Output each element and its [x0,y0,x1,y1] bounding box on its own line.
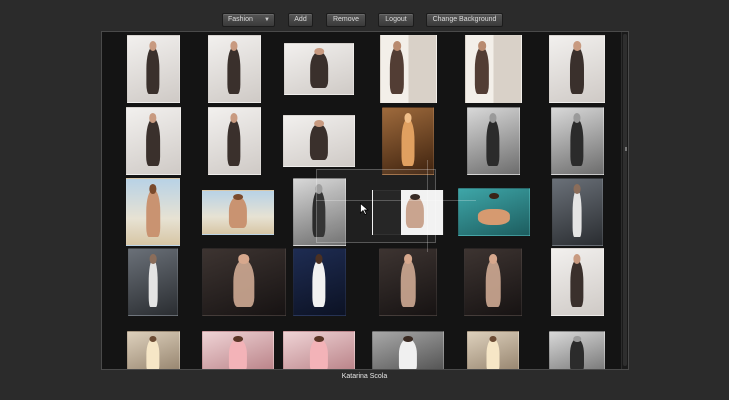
photo-subject [146,339,160,369]
photo-thumbnail[interactable] [379,35,437,103]
photo-subject [570,118,584,167]
scrollbar-thumb[interactable] [623,34,627,366]
change-background-button[interactable]: Change Background [426,13,503,27]
photo-thumbnail[interactable] [202,189,274,235]
drag-guide-horizontal [316,200,476,201]
add-button[interactable]: Add [288,13,313,27]
photo-thumbnail[interactable] [128,248,178,316]
photo-thumbnail[interactable] [283,115,355,167]
photo-subject [569,339,585,369]
photo-subject [400,259,416,308]
photo-subject-head [478,41,486,51]
photo-thumbnail[interactable] [126,35,180,103]
photo-subject [228,339,248,369]
photo-subject [485,259,501,308]
photo-subject [233,259,255,308]
photo-subject [146,189,160,238]
photo-subject [401,118,415,167]
photo-subject [309,124,329,160]
photo-thumbnail[interactable] [283,331,355,369]
photo-thumbnail[interactable] [292,248,346,316]
photo-subject [312,259,326,308]
photo-thumbnail[interactable] [464,35,522,103]
photo-thumbnail[interactable] [126,331,180,369]
logout-button[interactable]: Logout [378,13,414,27]
photo-subject [309,339,329,369]
photo-thumbnail[interactable] [458,188,530,236]
photo-subject [570,259,584,308]
category-select-value: Fashion [228,16,253,23]
photo-thumbnail[interactable] [549,331,605,369]
scrollbar-grip-icon [625,147,627,151]
drag-guide-vertical [427,160,428,252]
photo-thumbnail[interactable] [467,331,519,369]
photo-subject [146,46,160,95]
photo-subject-head [573,41,581,51]
photo-thumbnail[interactable] [202,331,274,369]
photo-subject-head [314,120,324,127]
photo-thumbnail[interactable] [125,107,181,175]
remove-button[interactable]: Remove [326,13,366,27]
drag-ghost [316,169,436,243]
photo-subject-head [149,254,157,264]
chevron-down-icon: ▼ [264,17,270,23]
photo-thumbnail[interactable] [379,248,437,316]
cursor-arrow-icon [360,203,369,215]
photo-subject-head [233,193,243,200]
photo-thumbnail[interactable] [207,107,261,175]
selected-photo-caption: Katarina Scola [341,373,388,380]
photo-subject [227,118,241,167]
photo-thumbnail[interactable] [550,107,604,175]
photo-subject-head [314,48,324,55]
photo-subject-head [489,192,499,200]
photo-thumbnail[interactable] [207,35,261,103]
photo-subject-head [404,254,412,264]
photo-thumbnail[interactable] [549,35,605,103]
photo-subject [477,209,511,225]
photo-thumbnail[interactable] [464,248,522,316]
photo-thumbnail[interactable] [284,43,354,95]
photo-gallery[interactable] [101,31,629,370]
vertical-scrollbar[interactable] [621,32,628,369]
category-select[interactable]: Fashion ▼ [222,13,275,27]
photo-subject [228,197,248,229]
toolbar: Fashion ▼ Add Remove Logout Change Backg… [0,13,729,27]
photo-subject [474,46,490,95]
photo-subject [148,259,158,308]
photo-subject [486,339,500,369]
photo-subject [569,46,585,95]
photo-subject [389,46,405,95]
photo-subject-head [573,184,581,194]
photo-thumbnail[interactable] [202,248,286,316]
photo-subject [486,118,500,167]
photo-subject-head [393,41,401,51]
photo-subject [146,118,160,167]
photo-thumbnail[interactable] [372,331,444,369]
photo-subject [227,46,241,95]
photo-subject [398,339,418,369]
photo-thumbnail[interactable] [550,248,604,316]
photo-thumbnail[interactable] [466,107,520,175]
photo-subject [572,189,582,238]
photo-thumbnail[interactable] [551,178,603,246]
photo-subject-head [573,335,581,343]
photo-subject [310,52,328,88]
photo-subject-head [489,254,497,264]
photo-thumbnail[interactable] [126,178,180,246]
